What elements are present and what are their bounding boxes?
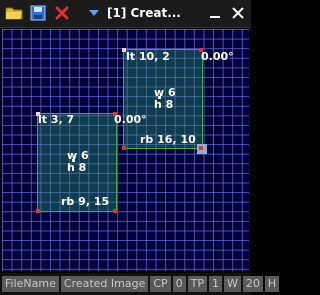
close-x-icon[interactable] [52,3,72,23]
rect1-center-mark [158,96,161,99]
save-icon[interactable] [28,3,48,23]
rect2-angle-label: 0.00° [114,113,147,126]
rect1-height-label: h 8 [154,98,174,111]
close-window-icon[interactable] [228,3,248,23]
status-tp-label: TP [187,276,208,292]
minimize-icon[interactable] [205,3,225,23]
status-image-name: Created Image [60,276,149,292]
rect1-angle-label: 0.00° [201,50,234,63]
rect2-center-mark [72,159,75,162]
status-filename: FileName [2,276,59,292]
status-cp-value: 0 [172,276,186,292]
rect2-rb-label: rb 9, 15 [61,195,110,208]
rect1-rb-handle[interactable] [199,146,203,150]
status-tp-value: 1 [209,276,223,292]
rect2-rb-handle[interactable] [113,209,117,213]
rect1-lb-handle[interactable] [122,146,126,150]
status-bar: FileName Created Image CP 0 TP 1 W 20 H [0,273,280,295]
rect2-lb-handle[interactable] [36,209,40,213]
dropdown-arrow-icon[interactable] [84,3,104,23]
window-title: [1] Creat... [107,6,181,20]
title-bar: [1] Creat... [0,0,251,28]
status-h-label: H [264,276,280,292]
folder-open-icon[interactable] [4,3,24,23]
rect2-lt-label: lt 3, 7 [38,113,75,126]
status-w-value: 20 [242,276,263,292]
status-cp-label: CP [150,276,171,292]
rect1-rb-label: rb 16, 10 [140,133,196,146]
status-w-label: W [224,276,241,292]
image-canvas[interactable]: lt 10, 2 0.00° w 6 h 8 rb 16, 10 lt 3, 7… [2,29,249,271]
rect2-height-label: h 8 [67,161,87,174]
rect1-lt-label: lt 10, 2 [126,50,170,63]
